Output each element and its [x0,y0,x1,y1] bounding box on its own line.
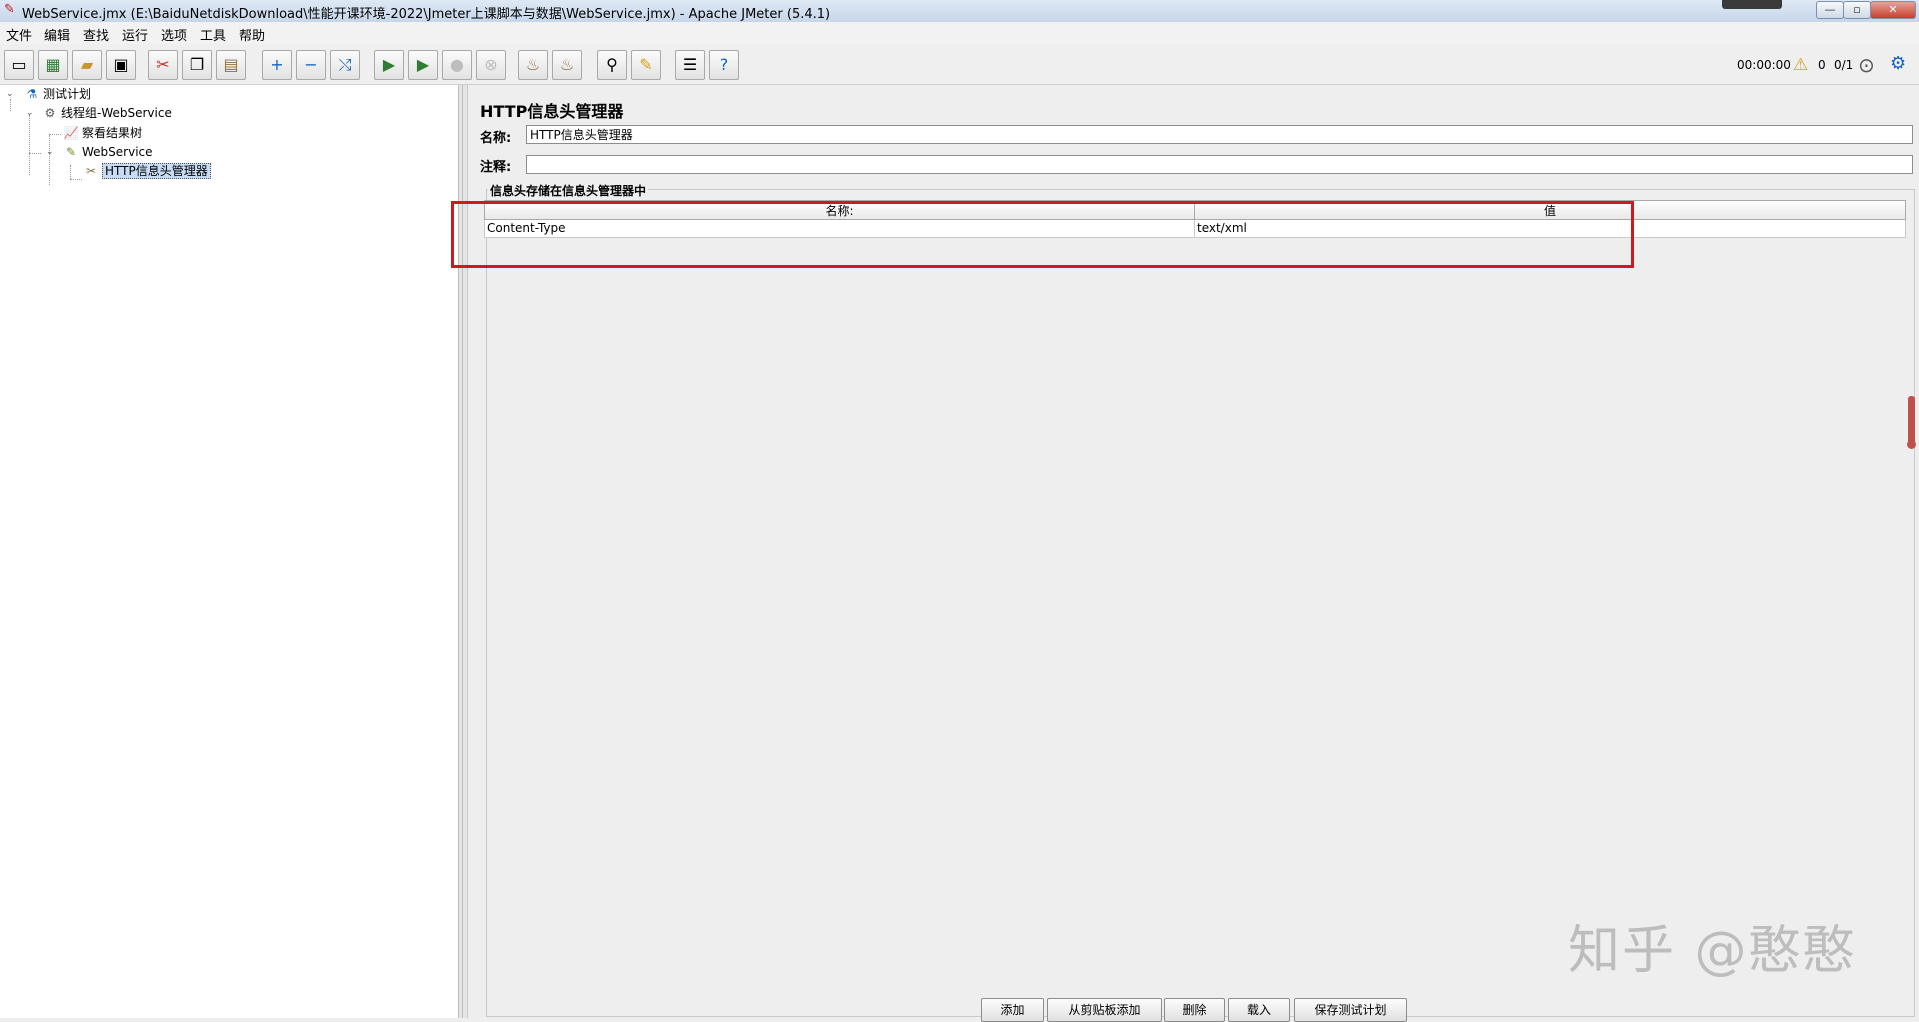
start-no-pause-icon[interactable]: ▶ [408,50,438,80]
tree-item-webservice[interactable]: ✎ WebService [63,143,153,161]
close-button[interactable]: ✕ [1870,1,1916,19]
expand-toggle-icon[interactable]: ⌄ [6,90,14,99]
highlight-annotation [451,201,1634,268]
sampler-icon: ✎ [65,145,77,159]
search-icon[interactable]: ⚲ [597,50,627,80]
shutdown-icon[interactable]: ⊗ [476,50,506,80]
menu-bar: 文件 编辑 查找 运行 选项 工具 帮助 [0,22,1919,44]
config-icon: ✂ [85,164,97,178]
warning-count: 0 [1818,58,1826,72]
warning-icon[interactable]: ⚠ [1793,55,1808,75]
comment-input[interactable] [526,155,1913,174]
menu-help[interactable]: 帮助 [239,25,265,44]
elapsed-timer: 00:00:00 [1737,58,1791,72]
menu-run[interactable]: 运行 [122,25,148,44]
listener-icon: 📈 [63,126,79,140]
maximize-button[interactable]: ▫ [1843,1,1871,19]
clear-all-icon[interactable]: ♨ [552,50,582,80]
open-icon[interactable]: ▰ [72,50,102,80]
copy-icon[interactable]: ❐ [182,50,212,80]
watermark: 知乎 @憨憨 [1568,921,1857,981]
toggle-icon[interactable]: ⤭ [330,50,360,80]
start-icon[interactable]: ▶ [374,50,404,80]
stop-icon[interactable]: ● [442,50,472,80]
headers-group-title: 信息头存储在信息头管理器中 [488,182,649,199]
load-button[interactable]: 载入 [1228,998,1290,1022]
save-test-plan-button[interactable]: 保存测试计划 [1294,998,1407,1022]
menu-edit[interactable]: 编辑 [44,25,70,44]
log-viewer-icon[interactable]: ⚙ [1890,53,1906,74]
expand-icon[interactable]: + [262,50,292,80]
menu-options[interactable]: 选项 [161,25,187,44]
resource-meter [1722,0,1782,9]
add-from-clipboard-button[interactable]: 从剪贴板添加 [1047,998,1162,1022]
comment-label: 注释: [480,160,512,175]
templates-icon[interactable]: ▦ [38,50,68,80]
window-title: WebService.jmx (E:\BaiduNetdiskDownload\… [22,7,831,22]
menu-search[interactable]: 查找 [83,25,109,44]
tree-item-thread-group[interactable]: ⚙ 线程组-WebService [42,104,172,122]
tree-item-http-header-manager[interactable]: ✂ HTTP信息头管理器 [83,162,211,180]
expand-toggle-icon[interactable]: ⌄ [46,148,54,157]
delete-button[interactable]: 删除 [1164,998,1225,1022]
add-button[interactable]: 添加 [981,998,1044,1022]
clear-icon[interactable]: ♨ [518,50,548,80]
panel-title: HTTP信息头管理器 [480,102,624,121]
collapse-icon[interactable]: − [296,50,326,80]
name-label: 名称: [480,131,512,146]
remote-status-icon[interactable]: ⊙ [1858,53,1875,77]
function-helper-icon[interactable]: ☰ [675,50,705,80]
headers-group [486,189,1915,1017]
paste-icon[interactable]: ▤ [216,50,246,80]
reset-search-icon[interactable]: ✎ [631,50,661,80]
thread-group-icon: ⚙ [44,106,56,120]
tree-item-view-results-tree[interactable]: 📈 察看结果树 [63,124,143,142]
minimize-button[interactable]: — [1816,1,1844,19]
thread-count: 0/1 [1834,58,1854,72]
save-icon[interactable]: ▣ [106,50,136,80]
toolbar: ▭ ▦ ▰ ▣ ✂ ❐ ▤ + − ⤭ ▶ ▶ ● ⊗ ♨ ♨ ⚲ ✎ ☰ ? … [0,44,1919,85]
expand-toggle-icon[interactable]: ⌄ [26,109,34,118]
tree-item-test-plan[interactable]: ⚗ 测试计划 [24,85,91,103]
test-plan-tree: ⌄ ⚗ 测试计划 ⌄ ⚙ 线程组-WebService 📈 察看结果树 ⌄ ✎ WebS… [0,85,459,1018]
name-input[interactable]: HTTP信息头管理器 [526,125,1913,144]
jmeter-feather-icon: ✎ [4,2,15,17]
cut-icon[interactable]: ✂ [148,50,178,80]
menu-file[interactable]: 文件 [6,25,32,44]
test-plan-icon: ⚗ [26,87,38,101]
title-bar: ✎ WebService.jmx (E:\BaiduNetdiskDownloa… [0,0,1919,23]
scroll-indicator[interactable] [1907,396,1916,449]
help-icon[interactable]: ? [709,50,739,80]
menu-tools[interactable]: 工具 [200,25,226,44]
new-icon[interactable]: ▭ [4,50,34,80]
